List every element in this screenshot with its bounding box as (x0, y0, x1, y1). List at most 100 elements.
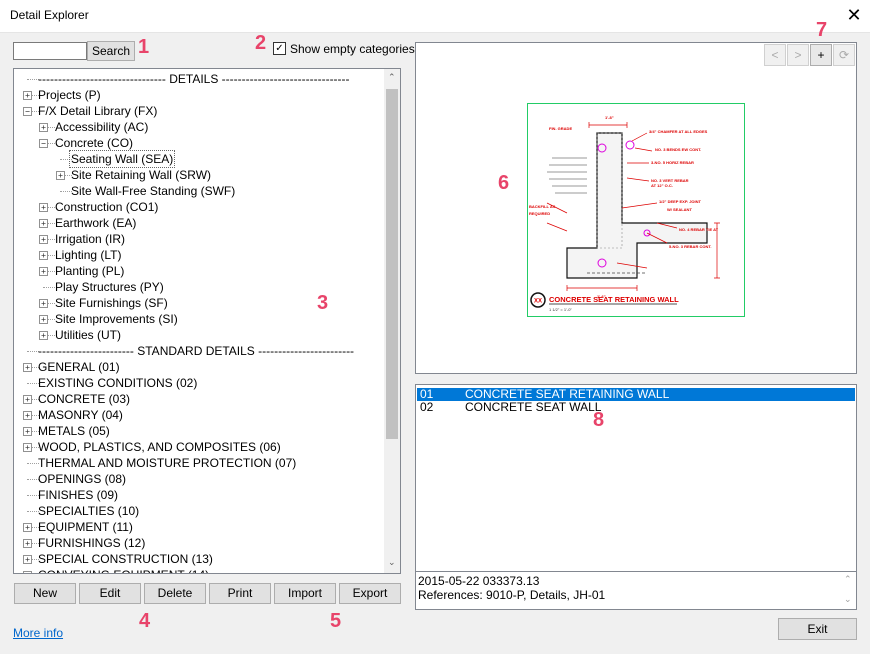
tree-item[interactable]: Site Wall-Free Standing (SWF) (14, 183, 384, 199)
expand-icon[interactable]: + (23, 91, 32, 100)
tree-item[interactable]: + Projects (P) (14, 87, 384, 103)
tree-item[interactable]: + Site Improvements (SI) (14, 311, 384, 327)
import-button[interactable]: Import (274, 583, 336, 604)
tree-item-label: Projects (P) (38, 88, 101, 102)
search-input[interactable] (13, 42, 87, 60)
tree-item[interactable]: FINISHES (09) (14, 487, 384, 503)
tree-item-label: SPECIALTIES (10) (38, 504, 140, 518)
tree-item-label: Utilities (UT) (55, 328, 121, 342)
scroll-down-icon[interactable]: ⌄ (388, 557, 396, 568)
export-button[interactable]: Export (339, 583, 401, 604)
tree-item-label: CONVEYING EQUIPMENT (14) (37, 567, 210, 573)
tree-item[interactable]: + GENERAL (01) (14, 359, 384, 375)
tree-item[interactable]: EXISTING CONDITIONS (02) (14, 375, 384, 391)
expand-icon[interactable]: + (23, 411, 32, 420)
preview-back-button[interactable]: < (764, 44, 786, 66)
collapse-icon[interactable]: − (23, 107, 32, 116)
search-button[interactable]: Search (87, 41, 135, 61)
tree-item[interactable]: ------------------------ STANDARD DETAIL… (14, 343, 384, 359)
tree-item[interactable]: + Lighting (LT) (14, 247, 384, 263)
tree-item[interactable]: + MASONRY (04) (14, 407, 384, 423)
edit-button[interactable]: Edit (79, 583, 141, 604)
tree-item-label: WOOD, PLASTICS, AND COMPOSITES (06) (38, 440, 281, 454)
more-info-link[interactable]: More info (13, 626, 63, 640)
expand-icon[interactable]: + (23, 555, 32, 564)
delete-button[interactable]: Delete (144, 583, 206, 604)
expand-icon[interactable]: + (23, 363, 32, 372)
tree-item[interactable]: + CONCRETE (03) (14, 391, 384, 407)
tree-item[interactable]: + Site Furnishings (SF) (14, 295, 384, 311)
info-scroll-up-icon[interactable]: ⌃ (844, 574, 852, 585)
tree-item-label: CONCRETE (03) (38, 392, 131, 406)
scroll-up-icon[interactable]: ⌃ (388, 72, 396, 83)
tree-item[interactable]: + CONVEYING EQUIPMENT (14) (14, 567, 384, 573)
list-item[interactable]: 02 CONCRETE SEAT WALL (417, 401, 855, 414)
tree-item-label: Site Furnishings (SF) (55, 296, 168, 310)
info-scroll-down-icon[interactable]: ⌄ (844, 594, 852, 605)
expand-icon[interactable]: + (39, 123, 48, 132)
preview-refresh-icon[interactable]: ⟳ (833, 44, 855, 66)
expand-icon[interactable]: + (39, 203, 48, 212)
expand-icon[interactable]: + (39, 299, 48, 308)
tree-item[interactable]: + Site Retaining Wall (SRW) (14, 167, 384, 183)
detail-tree[interactable]: -------------------------------- DETAILS… (13, 68, 401, 574)
tree-item[interactable]: + SPECIAL CONSTRUCTION (13) (14, 551, 384, 567)
collapse-icon[interactable]: − (39, 139, 48, 148)
expand-icon[interactable]: + (23, 395, 32, 404)
tree-item[interactable]: + WOOD, PLASTICS, AND COMPOSITES (06) (14, 439, 384, 455)
tree-item[interactable]: − F/X Detail Library (FX) (14, 103, 384, 119)
tree-item[interactable]: SPECIALTIES (10) (14, 503, 384, 519)
expand-icon[interactable]: + (39, 331, 48, 340)
expand-icon[interactable]: + (23, 523, 32, 532)
expand-icon[interactable]: + (39, 235, 48, 244)
expand-icon[interactable]: + (39, 315, 48, 324)
info-line-2: References: 9010-P, Details, JH-01 (418, 588, 606, 602)
svg-text:1'-8": 1'-8" (605, 115, 614, 120)
tree-item[interactable]: + Construction (CO1) (14, 199, 384, 215)
expand-icon[interactable]: + (39, 219, 48, 228)
tree-item[interactable]: THERMAL AND MOISTURE PROTECTION (07) (14, 455, 384, 471)
expand-icon[interactable]: + (39, 267, 48, 276)
expand-icon[interactable]: + (23, 539, 32, 548)
drawing-title: CONCRETE SEAT RETAINING WALL (549, 295, 679, 304)
tree-item[interactable]: OPENINGS (08) (14, 471, 384, 487)
list-item-name: CONCRETE SEAT WALL (465, 400, 602, 414)
show-empty-label: Show empty categories (290, 42, 415, 56)
callout-7: 7 (816, 19, 828, 41)
svg-text:3-NO. 5 HORIZ REBAR: 3-NO. 5 HORIZ REBAR (651, 160, 694, 165)
new-button[interactable]: New (14, 583, 76, 604)
tree-item[interactable]: Play Structures (PY) (14, 279, 384, 295)
tree-item[interactable]: + METALS (05) (14, 423, 384, 439)
details-list[interactable]: 01 CONCRETE SEAT RETAINING WALL 02 CONCR… (415, 384, 857, 572)
tree-item[interactable]: + Accessibility (AC) (14, 119, 384, 135)
tree-item-label: EXISTING CONDITIONS (02) (38, 376, 198, 390)
tree-item[interactable]: + EQUIPMENT (11) (14, 519, 384, 535)
expand-icon[interactable]: + (39, 251, 48, 260)
show-empty-checkbox[interactable]: ✓ (273, 42, 286, 55)
tree-item-label: THERMAL AND MOISTURE PROTECTION (07) (38, 456, 297, 470)
exit-button[interactable]: Exit (778, 618, 857, 640)
list-item-number: 02 (420, 400, 434, 414)
print-button[interactable]: Print (209, 583, 271, 604)
tree-item[interactable]: + FURNISHINGS (12) (14, 535, 384, 551)
expand-icon[interactable]: + (23, 571, 32, 573)
tree-item-label: -------------------------------- DETAILS… (38, 72, 350, 86)
drawing-tag: XX (534, 299, 542, 305)
expand-icon[interactable]: + (23, 427, 32, 436)
preview-forward-button[interactable]: > (787, 44, 809, 66)
scroll-thumb[interactable] (386, 89, 398, 439)
callout-2: 2 (255, 32, 267, 54)
expand-icon[interactable]: + (23, 443, 32, 452)
preview-add-button[interactable]: + (810, 44, 832, 66)
expand-icon[interactable]: + (56, 171, 65, 180)
tree-item[interactable]: − Concrete (CO) (14, 135, 384, 151)
close-icon[interactable]: ✕ (842, 4, 866, 26)
tree-item[interactable]: + Earthwork (EA) (14, 215, 384, 231)
tree-item[interactable]: + Planting (PL) (14, 263, 384, 279)
tree-item[interactable]: + Utilities (UT) (14, 327, 384, 343)
tree-item[interactable]: + Irrigation (IR) (14, 231, 384, 247)
tree-item-label: Irrigation (IR) (55, 232, 126, 246)
tree-item[interactable]: Seating Wall (SEA) (14, 150, 384, 168)
tree-item[interactable]: -------------------------------- DETAILS… (14, 71, 384, 87)
drawing-scale: 1 1/2" = 1'-0" (549, 307, 572, 312)
